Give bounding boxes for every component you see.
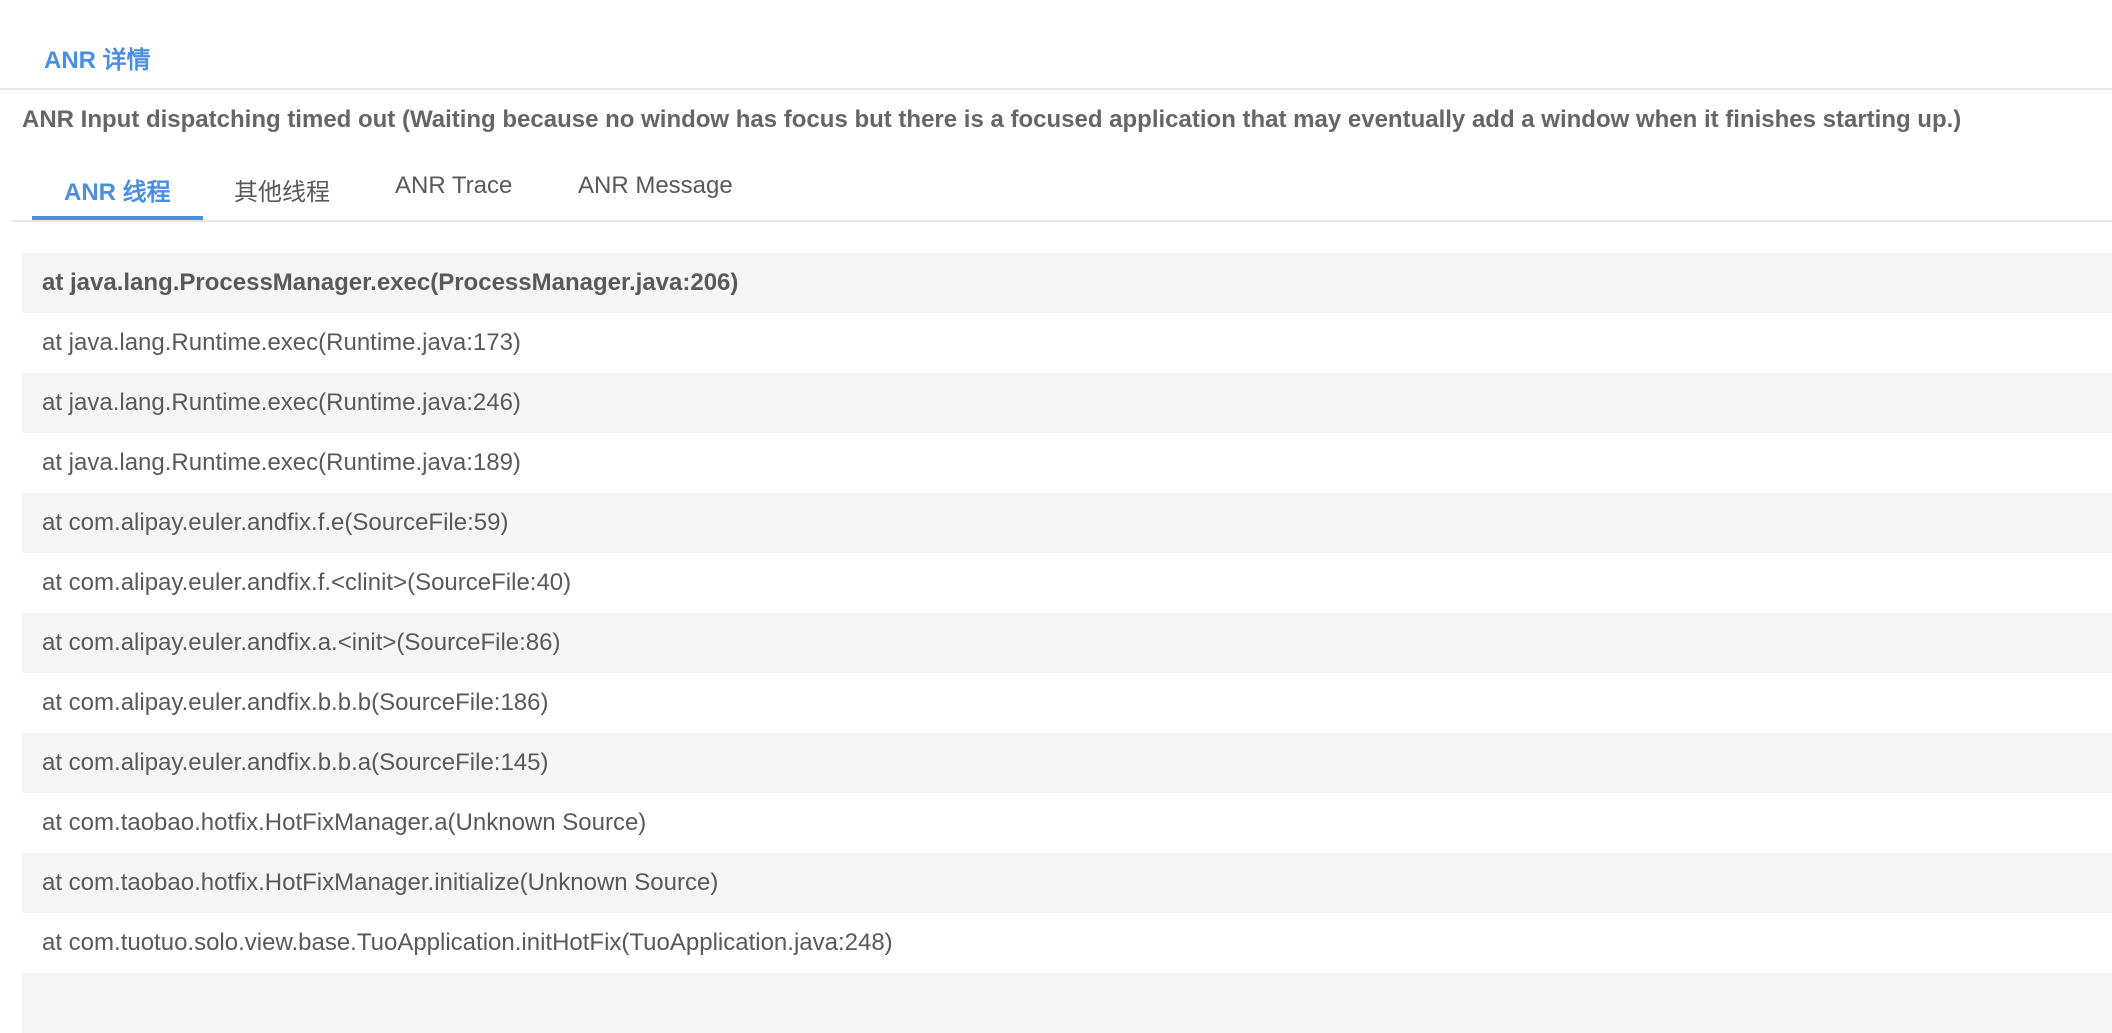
- anr-reason: ANR Input dispatching timed out (Waiting…: [22, 106, 1962, 133]
- stack-line: at com.taobao.hotfix.HotFixManager.a(Unk…: [22, 793, 2112, 853]
- stack-line: at com.alipay.euler.andfix.b.b.a(SourceF…: [22, 733, 2112, 793]
- stack-line-overflow: [22, 973, 2112, 1033]
- tab-bar: ANR 线程 其他线程 ANR Trace ANR Message: [12, 158, 2112, 222]
- stack-trace-list: at java.lang.ProcessManager.exec(Process…: [22, 253, 2112, 1033]
- stack-line: at java.lang.ProcessManager.exec(Process…: [22, 253, 2112, 313]
- tab-other-threads[interactable]: 其他线程: [234, 172, 330, 207]
- tab-anr-trace[interactable]: ANR Trace: [395, 172, 512, 200]
- stack-line: at com.alipay.euler.andfix.f.<clinit>(So…: [22, 553, 2112, 613]
- stack-line: at com.taobao.hotfix.HotFixManager.initi…: [22, 853, 2112, 913]
- active-tab-indicator: [32, 216, 203, 220]
- page-title: ANR 详情: [44, 47, 151, 74]
- stack-line: at java.lang.Runtime.exec(Runtime.java:2…: [22, 373, 2112, 433]
- stack-line: at com.alipay.euler.andfix.b.b.b(SourceF…: [22, 673, 2112, 733]
- stack-line: at com.alipay.euler.andfix.f.e(SourceFil…: [22, 493, 2112, 553]
- stack-line: at com.tuotuo.solo.view.base.TuoApplicat…: [22, 913, 2112, 973]
- stack-line: at com.alipay.euler.andfix.a.<init>(Sour…: [22, 613, 2112, 673]
- tab-anr-thread[interactable]: ANR 线程: [64, 172, 171, 207]
- stack-line: at java.lang.Runtime.exec(Runtime.java:1…: [22, 433, 2112, 493]
- page-header: ANR 详情: [0, 0, 2112, 90]
- stack-line: at java.lang.Runtime.exec(Runtime.java:1…: [22, 313, 2112, 373]
- tab-anr-message[interactable]: ANR Message: [578, 172, 733, 200]
